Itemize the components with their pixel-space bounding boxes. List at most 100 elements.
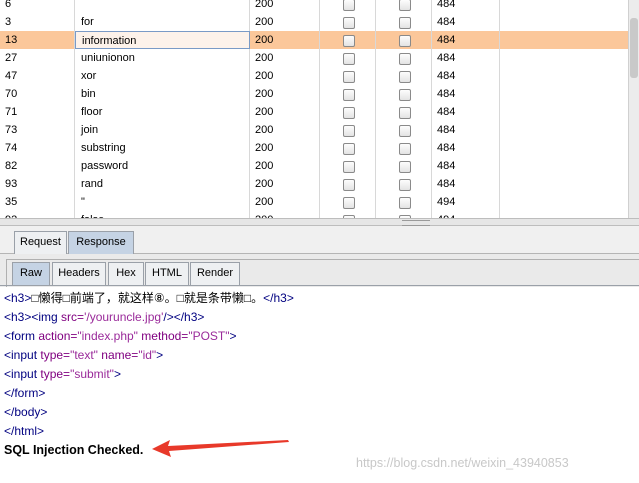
- table-cell-comment: [500, 49, 628, 67]
- table-cell-comment: [500, 31, 628, 49]
- request-response-tabbar: Request Response: [0, 226, 639, 254]
- error-checkbox[interactable]: [343, 179, 355, 191]
- table-cell-error: [320, 157, 376, 175]
- table-row[interactable]: 71 floor 200 484: [0, 103, 628, 121]
- table-row[interactable]: 6 200 484: [0, 0, 628, 13]
- scrollbar-thumb[interactable]: [630, 18, 638, 78]
- table-row[interactable]: 82 password 200 484: [0, 157, 628, 175]
- watermark-text: https://blog.csdn.net/weixin_43940853: [356, 456, 569, 470]
- error-checkbox[interactable]: [343, 35, 355, 47]
- table-row[interactable]: 47 xor 200 484: [0, 67, 628, 85]
- table-row[interactable]: 73 join 200 484: [0, 121, 628, 139]
- table-cell-request-number: 6: [0, 0, 75, 13]
- error-checkbox[interactable]: [343, 125, 355, 137]
- timeout-checkbox[interactable]: [399, 197, 411, 209]
- table-cell-status: 200: [250, 49, 320, 67]
- error-checkbox[interactable]: [343, 0, 355, 11]
- timeout-checkbox[interactable]: [399, 71, 411, 83]
- table-cell-status: 200: [250, 139, 320, 157]
- timeout-checkbox[interactable]: [399, 35, 411, 47]
- table-cell-payload: substring: [75, 139, 250, 157]
- code-tag: /></h3>: [163, 310, 205, 324]
- tab-headers[interactable]: Headers: [52, 262, 106, 285]
- timeout-checkbox[interactable]: [399, 161, 411, 173]
- tab-html[interactable]: HTML: [145, 262, 189, 285]
- table-row[interactable]: 93 rand 200 484: [0, 175, 628, 193]
- tab-raw[interactable]: Raw: [12, 262, 50, 285]
- table-cell-length: 494: [432, 211, 500, 218]
- response-line-5: <input type="submit">: [4, 365, 121, 384]
- timeout-checkbox[interactable]: [399, 107, 411, 119]
- table-row[interactable]: 70 bin 200 484: [0, 85, 628, 103]
- table-cell-error: [320, 103, 376, 121]
- code-value: "submit": [70, 367, 114, 381]
- table-cell-status: 200: [250, 13, 320, 31]
- table-cell-request-number: 35: [0, 193, 75, 211]
- table-cell-status: 200: [250, 103, 320, 121]
- code-attr: action=: [38, 329, 78, 343]
- error-checkbox[interactable]: [343, 143, 355, 155]
- code-tag: >: [156, 348, 164, 362]
- timeout-checkbox[interactable]: [399, 143, 411, 155]
- table-cell-payload: for: [75, 13, 250, 31]
- error-checkbox[interactable]: [343, 161, 355, 173]
- table-row[interactable]: 27 uniunionon 200 484: [0, 49, 628, 67]
- table-cell-error: [320, 0, 376, 13]
- red-arrow-icon: [152, 440, 289, 457]
- table-row[interactable]: 3 for 200 484: [0, 13, 628, 31]
- timeout-checkbox[interactable]: [399, 89, 411, 101]
- tab-hex[interactable]: Hex: [108, 262, 144, 285]
- timeout-checkbox[interactable]: [399, 125, 411, 137]
- table-cell-comment: [500, 67, 628, 85]
- tab-response[interactable]: Response: [68, 231, 134, 254]
- table-cell-payload: rand: [75, 175, 250, 193]
- table-cell-comment: [500, 0, 628, 13]
- table-cell-request-number: 92: [0, 211, 75, 218]
- results-table: 6 200 484 3 for 200 484 13 information 200 484 27 un…: [0, 0, 639, 218]
- table-row[interactable]: 92false200 494: [0, 211, 628, 218]
- code-attr: method=: [137, 329, 189, 343]
- table-cell-status: 200: [250, 31, 320, 49]
- table-row[interactable]: 35 " 200 494: [0, 193, 628, 211]
- error-checkbox[interactable]: [343, 197, 355, 209]
- split-pane-divider[interactable]: [0, 218, 639, 226]
- table-cell-payload: password: [75, 157, 250, 175]
- table-cell-length: 484: [432, 0, 500, 13]
- timeout-checkbox[interactable]: [399, 17, 411, 29]
- table-cell-timeout: [376, 49, 432, 67]
- tab-render[interactable]: Render: [190, 262, 240, 285]
- table-cell-payload: floor: [75, 103, 250, 121]
- error-checkbox[interactable]: [343, 53, 355, 65]
- table-cell-request-number: 93: [0, 175, 75, 193]
- code-value: "text": [70, 348, 98, 362]
- code-tag: </h3>: [263, 291, 294, 305]
- table-vertical-scrollbar[interactable]: [628, 0, 639, 218]
- tab-request[interactable]: Request: [14, 231, 67, 254]
- error-checkbox[interactable]: [343, 107, 355, 119]
- table-cell-timeout: [376, 175, 432, 193]
- code-attr: type=: [40, 367, 71, 381]
- code-tag: >: [229, 329, 237, 343]
- code-tag: <input: [4, 367, 41, 381]
- timeout-checkbox[interactable]: [399, 179, 411, 191]
- table-cell-length: 484: [432, 103, 500, 121]
- table-cell-request-number: 82: [0, 157, 75, 175]
- response-line-1: <h3>□懒得□前端了，就这样⑧。□就是条带懒□。</h3>: [4, 289, 294, 308]
- timeout-checkbox[interactable]: [399, 53, 411, 65]
- error-checkbox[interactable]: [343, 17, 355, 29]
- table-cell-timeout: [376, 13, 432, 31]
- table-cell-length: 484: [432, 49, 500, 67]
- table-cell-error: [320, 193, 376, 211]
- code-tag: <h3>: [4, 291, 32, 305]
- error-checkbox[interactable]: [343, 71, 355, 83]
- error-checkbox[interactable]: [343, 89, 355, 101]
- timeout-checkbox[interactable]: [399, 0, 411, 11]
- table-cell-comment: [500, 139, 628, 157]
- table-row[interactable]: 13 information 200 484: [0, 31, 628, 49]
- table-cell-comment: [500, 193, 628, 211]
- sql-injection-message: SQL Injection Checked.: [4, 443, 144, 457]
- table-cell-timeout: [376, 121, 432, 139]
- table-cell-payload: false: [75, 211, 250, 218]
- table-row[interactable]: 74 substring 200 484: [0, 139, 628, 157]
- table-cell-request-number: 27: [0, 49, 75, 67]
